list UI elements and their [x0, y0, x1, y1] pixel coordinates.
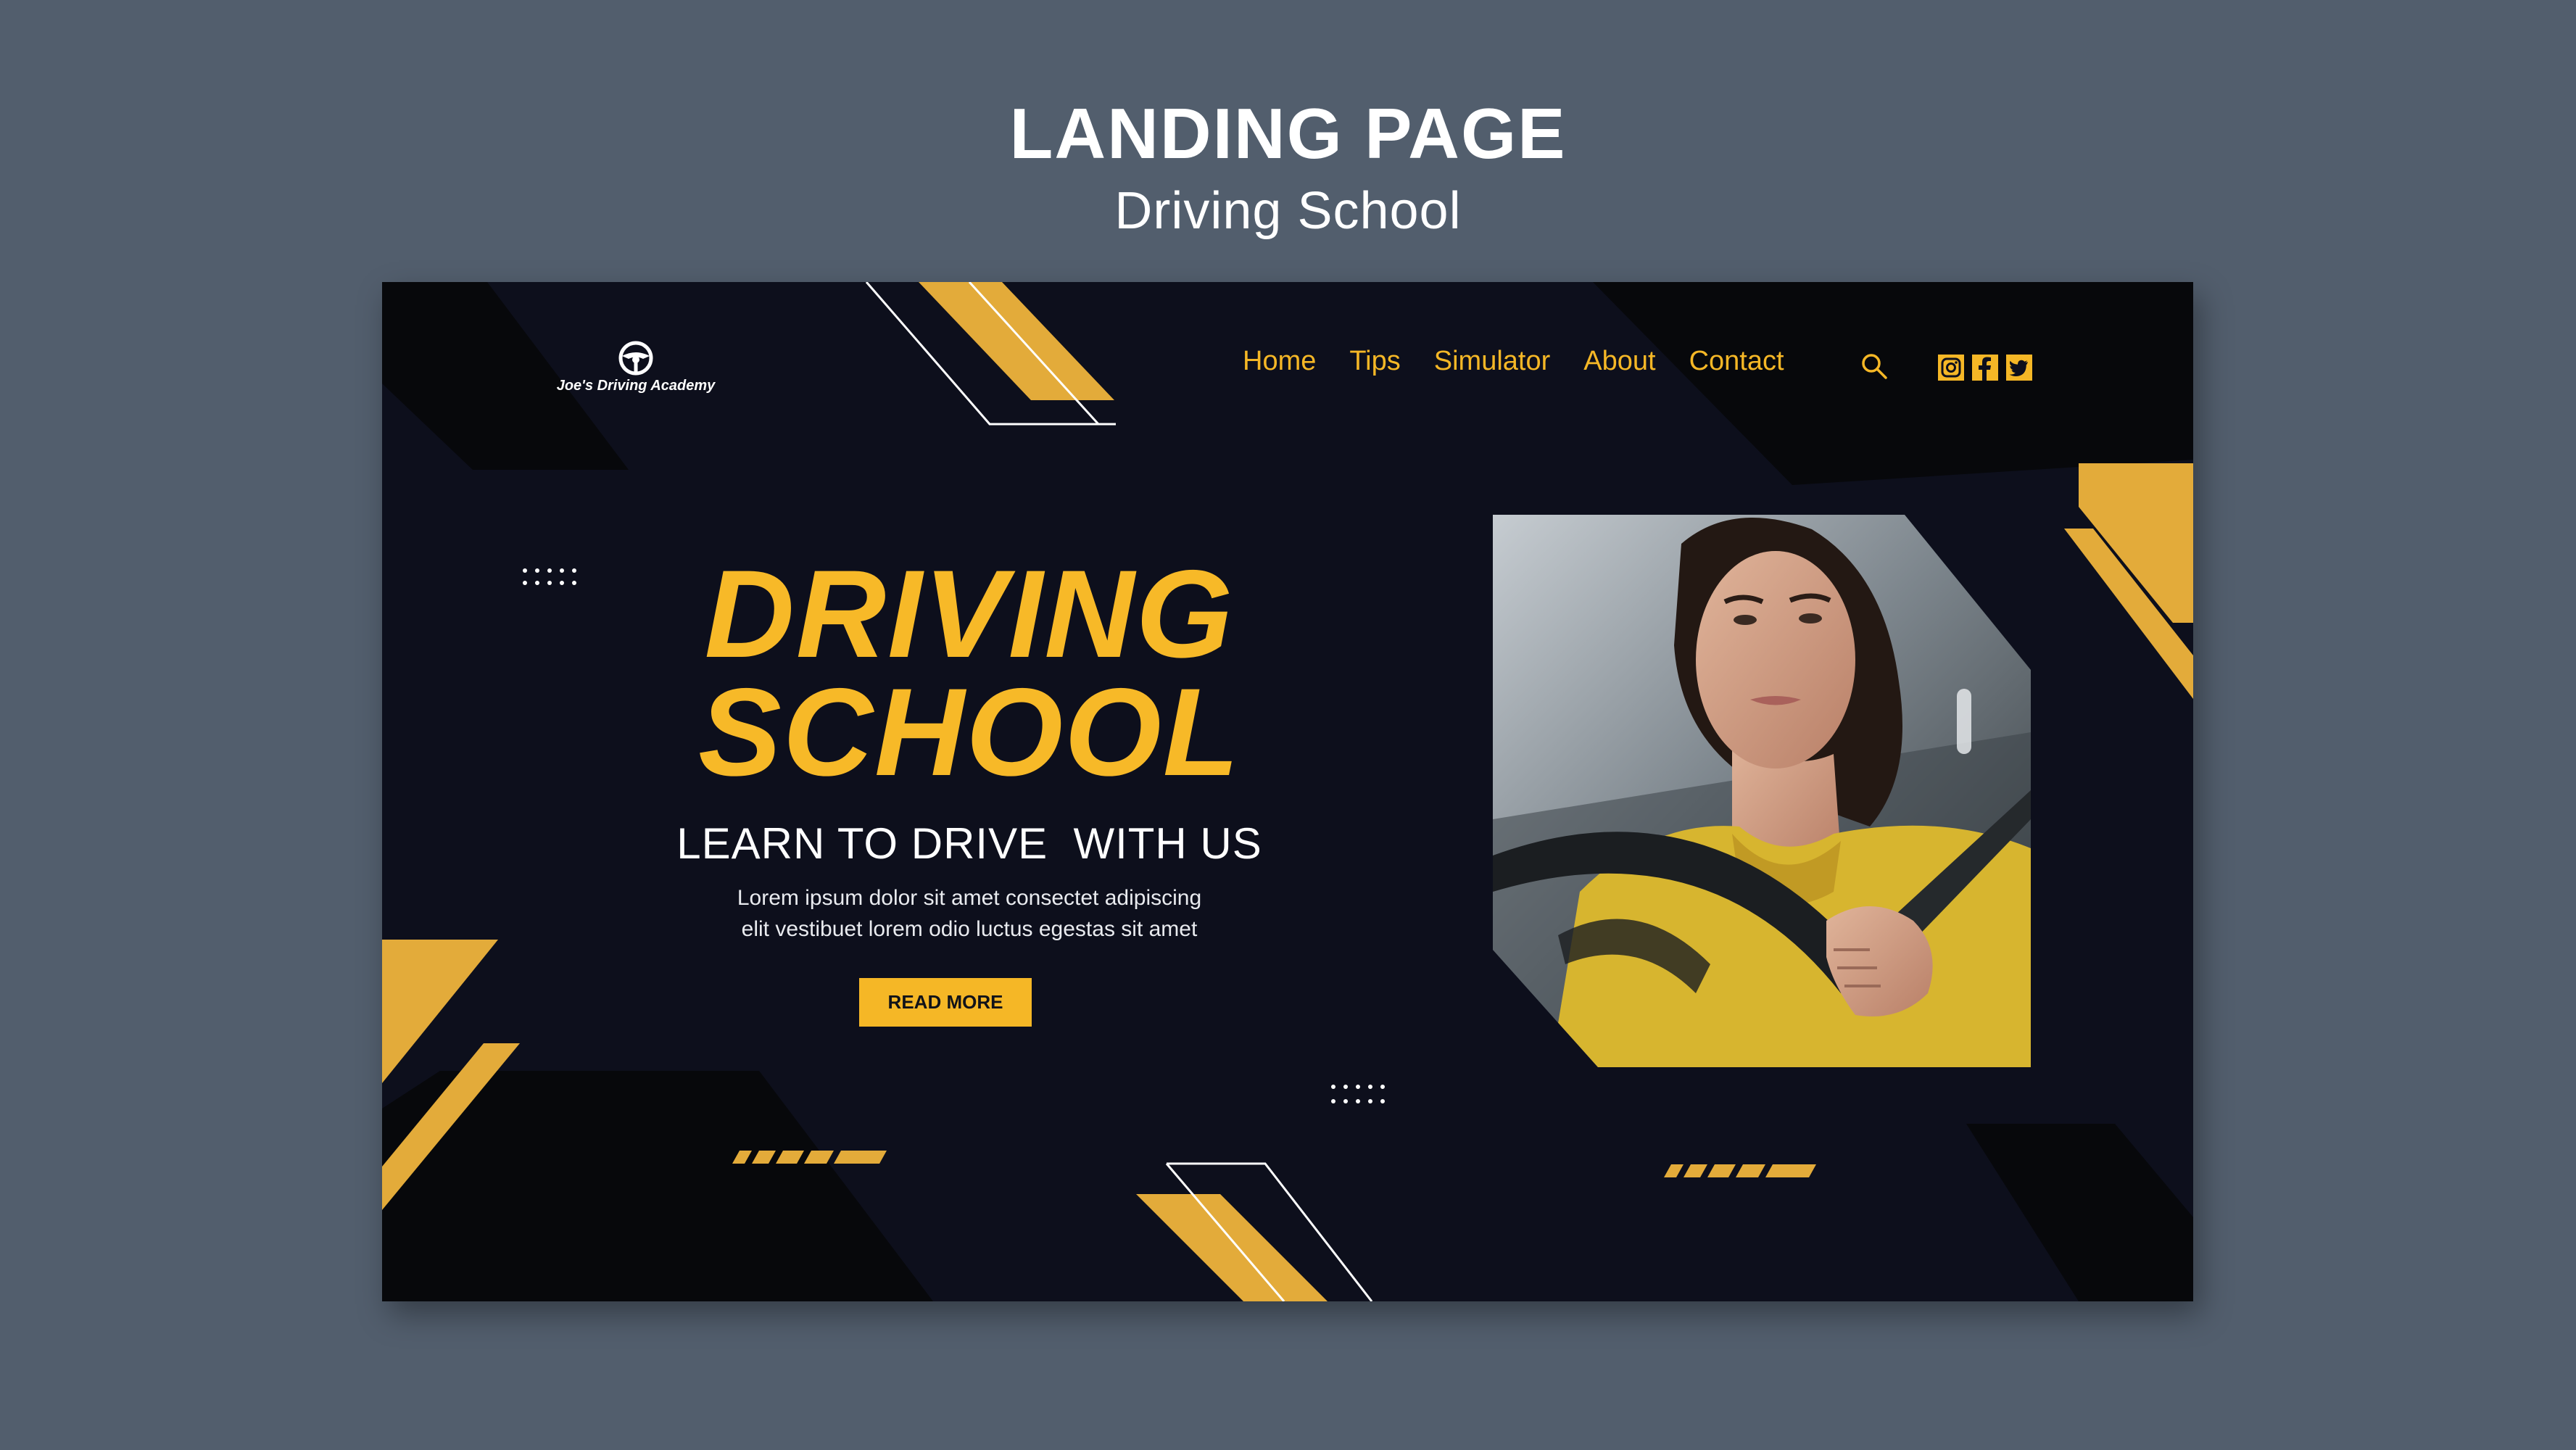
hero-body-line2: elit vestibuet lorem odio luctus egestas…	[741, 917, 1198, 941]
hero-photo	[1493, 515, 2031, 1067]
facebook-icon[interactable]	[1972, 355, 1998, 381]
hero-body-line1: Lorem ipsum dolor sit amet consectet adi…	[737, 886, 1202, 910]
presentation-title: LANDING PAGE	[1009, 94, 1567, 173]
search-icon[interactable]	[1860, 352, 1889, 381]
twitter-icon[interactable]	[2006, 355, 2032, 381]
hero-subheadline: LEARN TO DRIVE WITH US	[676, 819, 1262, 868]
brand-name: Joe's Driving Academy	[556, 378, 716, 394]
instagram-icon[interactable]	[1938, 355, 1964, 381]
nav-home[interactable]: Home	[1243, 346, 1316, 377]
brand-logo[interactable]: Joe's Driving Academy	[542, 340, 730, 398]
read-more-button[interactable]: READ MORE	[859, 978, 1032, 1027]
nav-contact[interactable]: Contact	[1689, 346, 1784, 377]
presentation-subtitle: Driving School	[1114, 182, 1462, 240]
steering-wheel-icon	[618, 341, 653, 376]
nav-tips[interactable]: Tips	[1349, 346, 1400, 377]
nav-about[interactable]: About	[1583, 346, 1655, 377]
hero-headline-line1: DRIVING	[704, 544, 1235, 684]
main-nav: Home Tips Simulator About Contact	[1243, 346, 1784, 377]
nav-simulator[interactable]: Simulator	[1434, 346, 1551, 377]
hero-headline-line2: SCHOOL	[698, 663, 1241, 802]
landing-page-mockup: Joe's Driving Academy Home Tips Simulato…	[382, 282, 2193, 1301]
